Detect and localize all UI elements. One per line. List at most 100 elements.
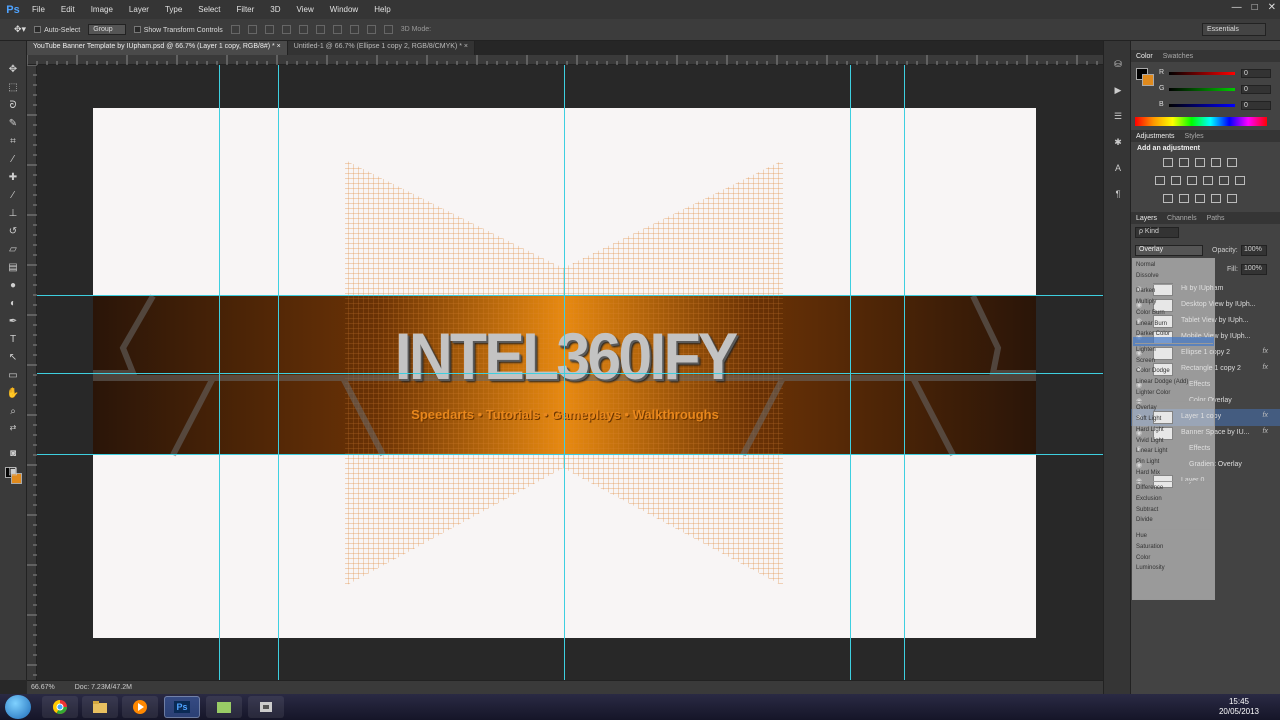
align-middle-icon[interactable] — [247, 25, 257, 34]
blend-mode-option[interactable]: Color Burn — [1136, 310, 1165, 316]
menu-image[interactable]: Image — [83, 5, 121, 14]
blend-mode-option[interactable]: Subtract — [1136, 507, 1158, 513]
menu-layer[interactable]: Layer — [121, 5, 157, 14]
blend-mode-option[interactable]: Multiply — [1136, 299, 1156, 305]
align-top-icon[interactable] — [230, 25, 240, 34]
distribute-middle-icon[interactable] — [349, 25, 359, 34]
blend-mode-option[interactable]: Overlay — [1136, 405, 1157, 411]
blend-mode-option[interactable]: Color Dodge — [1136, 368, 1170, 374]
layer-fx-icon[interactable]: fx — [1263, 412, 1268, 419]
menu-help[interactable]: Help — [366, 5, 398, 14]
explorer-icon[interactable] — [82, 696, 118, 718]
tab-adjustments[interactable]: Adjustments — [1136, 133, 1175, 140]
guide-horizontal[interactable] — [37, 454, 1103, 455]
menu-filter[interactable]: Filter — [229, 5, 263, 14]
auto-align-icon[interactable] — [383, 25, 393, 34]
exposure-icon[interactable] — [1211, 158, 1221, 167]
path-select-tool-icon[interactable]: ↖ — [6, 351, 20, 364]
tab-styles[interactable]: Styles — [1185, 133, 1204, 140]
blend-mode-option[interactable]: Divide — [1136, 517, 1153, 523]
brightness-contrast-icon[interactable] — [1163, 158, 1173, 167]
tool-app-icon[interactable] — [248, 696, 284, 718]
maximize-button[interactable]: □ — [1252, 2, 1258, 13]
eraser-tool-icon[interactable]: ▱ — [6, 243, 20, 256]
zoom-tool-icon[interactable]: ⌕ — [6, 405, 20, 418]
blend-mode-option[interactable]: Hard Mix — [1136, 470, 1160, 476]
invert-icon[interactable] — [1163, 194, 1173, 203]
marquee-tool-icon[interactable]: ⬚ — [6, 81, 20, 94]
blend-mode-option[interactable]: Hue — [1136, 533, 1147, 539]
blend-mode-option[interactable]: Normal — [1136, 262, 1155, 268]
layer-fx-icon[interactable]: fx — [1263, 428, 1268, 435]
tab-layers[interactable]: Layers — [1136, 215, 1157, 222]
hand-tool-icon[interactable]: ✋ — [6, 387, 20, 400]
blend-mode-option[interactable]: Hard Light — [1136, 427, 1164, 433]
menu-edit[interactable]: Edit — [53, 5, 83, 14]
color-spectrum[interactable] — [1135, 117, 1267, 126]
crop-tool-icon[interactable]: ⌗ — [6, 135, 20, 148]
folder-icon[interactable] — [206, 696, 242, 718]
menu-type[interactable]: Type — [157, 5, 190, 14]
green-slider[interactable] — [1169, 88, 1235, 91]
photo-filter-icon[interactable] — [1203, 176, 1213, 185]
actions-icon[interactable]: ▶ — [1112, 85, 1124, 97]
guide-horizontal[interactable] — [37, 373, 1103, 374]
blur-tool-icon[interactable]: ● — [6, 279, 20, 292]
doc-size[interactable]: Doc: 7.23M/47.2M — [75, 684, 132, 691]
move-tool-icon[interactable]: ✥▾ — [14, 24, 26, 35]
canvas-area[interactable]: INTEL360IFY Speedarts • Tutorials • Game… — [37, 65, 1103, 680]
curves-icon[interactable] — [1195, 158, 1205, 167]
blend-mode-dropdown[interactable]: Overlay — [1135, 245, 1203, 256]
move-tool-icon[interactable]: ✥ — [6, 63, 20, 76]
tab-paths[interactable]: Paths — [1207, 215, 1225, 222]
hue-saturation-icon[interactable] — [1155, 176, 1165, 185]
menu-window[interactable]: Window — [322, 5, 366, 14]
tab-untitled-1[interactable]: Untitled-1 @ 66.7% (Ellipse 1 copy 2, RG… — [287, 41, 475, 55]
system-clock[interactable]: 15:45 20/05/2013 — [1214, 697, 1264, 717]
properties-icon[interactable]: ☰ — [1112, 111, 1124, 123]
minimize-button[interactable]: — — [1232, 2, 1242, 13]
zoom-level[interactable]: 66.67% — [31, 684, 55, 691]
align-bottom-icon[interactable] — [264, 25, 274, 34]
quick-select-tool-icon[interactable]: ✎ — [6, 117, 20, 130]
distribute-bottom-icon[interactable] — [366, 25, 376, 34]
blend-mode-option[interactable]: Pin Light — [1136, 459, 1159, 465]
tab-color[interactable]: Color — [1136, 53, 1153, 60]
auto-select-checkbox[interactable]: Auto-Select — [34, 25, 80, 34]
blend-mode-option[interactable]: Dissolve — [1136, 273, 1159, 279]
vibrance-icon[interactable] — [1227, 158, 1237, 167]
brush-presets-icon[interactable]: ✱ — [1112, 137, 1124, 149]
blend-mode-option[interactable]: Screen — [1136, 358, 1155, 364]
opacity-input[interactable]: 100% — [1241, 245, 1267, 256]
auto-select-target-dropdown[interactable]: Group — [88, 24, 126, 35]
color-balance-icon[interactable] — [1171, 176, 1181, 185]
blend-mode-option[interactable]: Difference — [1136, 485, 1163, 491]
blend-mode-option[interactable]: Vivid Light — [1136, 438, 1164, 444]
layer-fx-icon[interactable]: fx — [1263, 364, 1268, 371]
brush-tool-icon[interactable]: ∕ — [6, 189, 20, 202]
layer-fx-icon[interactable]: fx — [1263, 348, 1268, 355]
blend-mode-option[interactable]: Lighten — [1136, 347, 1156, 353]
lasso-tool-icon[interactable]: ᘐ — [6, 99, 20, 112]
close-button[interactable]: ✕ — [1268, 2, 1276, 13]
distribute-top-icon[interactable] — [332, 25, 342, 34]
blend-mode-option[interactable]: Saturation — [1136, 544, 1163, 550]
red-value[interactable]: 0 — [1241, 69, 1271, 78]
swap-colors-icon[interactable]: ⇄ — [6, 421, 20, 434]
tab-youtube-banner[interactable]: YouTube Banner Template by IUpham.psd @ … — [27, 41, 288, 55]
quick-mask-icon[interactable]: ◙ — [6, 447, 20, 460]
show-transform-checkbox[interactable]: Show Transform Controls — [133, 25, 223, 34]
layer-filter-kind[interactable]: ρ Kind — [1135, 227, 1179, 238]
posterize-icon[interactable] — [1179, 194, 1189, 203]
menu-select[interactable]: Select — [190, 5, 228, 14]
dodge-tool-icon[interactable]: ◐ — [6, 297, 20, 310]
menu-file[interactable]: File — [24, 5, 53, 14]
selective-color-icon[interactable] — [1227, 194, 1237, 203]
blend-mode-option[interactable]: Darker Color — [1136, 331, 1170, 337]
blend-mode-option[interactable]: Soft Light — [1136, 416, 1161, 422]
photoshop-taskbar-icon[interactable]: Ps — [164, 696, 200, 718]
levels-icon[interactable] — [1179, 158, 1189, 167]
blend-mode-option[interactable]: Lighter Color — [1136, 390, 1170, 396]
blue-slider[interactable] — [1169, 104, 1235, 107]
clone-stamp-tool-icon[interactable]: ⊥ — [6, 207, 20, 220]
